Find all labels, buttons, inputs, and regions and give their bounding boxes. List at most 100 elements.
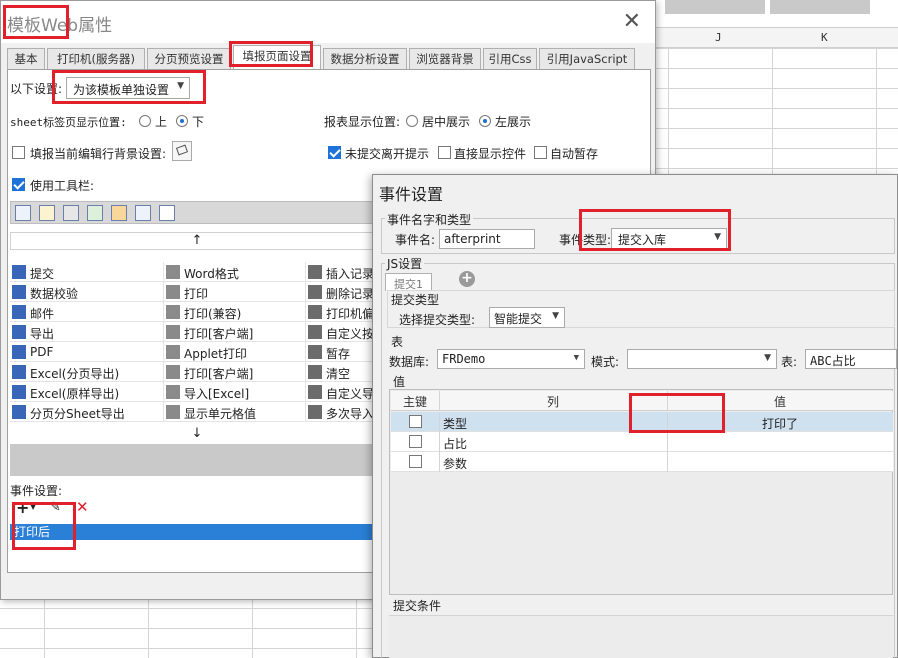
tab-basic[interactable]: 基本 — [7, 48, 45, 70]
button-icon — [12, 365, 26, 379]
chevron-down-icon: ▼ — [573, 353, 579, 363]
column-header-column[interactable]: 列 — [439, 393, 667, 410]
toolbar-button-item[interactable]: 打印 — [164, 282, 306, 302]
toolbar-button-item[interactable]: 显示单元格值 — [164, 402, 306, 422]
button-icon — [12, 385, 26, 399]
toolbar-button-item[interactable]: 邮件 — [10, 302, 164, 322]
toolbar-preview — [10, 201, 384, 224]
button-icon — [308, 285, 322, 299]
toolbar-button-list: 提交 Word格式 插入记录 数据校验 打印 删除记录 邮件 打印(兼容) 打印机偏 导出 打印[客… — [10, 262, 384, 422]
event-type-select[interactable]: 提交入库 ▼ — [611, 228, 727, 249]
save-icon[interactable] — [15, 205, 31, 221]
tab-fill-page[interactable]: 填报页面设置 — [233, 45, 321, 71]
export-icon[interactable] — [87, 205, 103, 221]
move-down-button[interactable]: ↓ — [10, 426, 384, 444]
column-j-header[interactable]: J — [715, 31, 722, 44]
toolbar-button-label: 自定义导 — [326, 387, 375, 401]
tab-page-preview[interactable]: 分页预览设置 — [147, 48, 231, 70]
toolbar-button-item[interactable]: 打印[客户端] — [164, 362, 306, 382]
tab-css[interactable]: 引用Css — [483, 48, 537, 70]
event-settings-label: 事件设置: — [10, 484, 63, 498]
mail-icon[interactable] — [111, 205, 127, 221]
button-icon — [12, 345, 26, 359]
toolbar-button-item[interactable]: 数据校验 — [10, 282, 164, 302]
toolbar-button-item[interactable]: 提交 — [10, 262, 164, 282]
submit-type-select[interactable]: 智能提交 ▼ — [489, 307, 565, 328]
event-name-label: 事件名: — [395, 233, 436, 247]
tab-data-analysis[interactable]: 数据分析设置 — [323, 48, 407, 70]
toolbar-button-item[interactable]: Applet打印 — [164, 342, 306, 362]
toolbar-button-item[interactable]: Excel(原样导出) — [10, 382, 164, 402]
submit-condition-area[interactable] — [389, 615, 893, 658]
report-pos-center-radio[interactable] — [406, 115, 418, 127]
unsubmit-prompt-checkbox[interactable] — [328, 146, 341, 159]
toolbar-button-item[interactable]: 打印[客户端] — [164, 322, 306, 342]
table-row[interactable]: 参数 — [391, 452, 893, 472]
autosave-checkbox[interactable] — [534, 146, 547, 159]
chevron-down-icon[interactable]: ▼ — [30, 502, 36, 511]
value-table-header: 主键 列 值 — [391, 391, 893, 411]
column-k-header[interactable]: K — [821, 31, 828, 44]
toolbar-button-item[interactable]: PDF — [10, 342, 164, 362]
choose-type-label: 选择提交类型: — [399, 313, 476, 327]
display-icon[interactable] — [159, 205, 175, 221]
event-dialog-title: 事件设置 — [379, 185, 444, 204]
sheet-top-segment — [665, 0, 765, 14]
sheet-top-bar — [655, 0, 898, 28]
insert-icon[interactable] — [135, 205, 151, 221]
toolbar-button-item[interactable]: 导出 — [10, 322, 164, 342]
row-value-cell[interactable]: 打印了 — [667, 415, 893, 432]
event-list-item[interactable]: 打印后 — [10, 524, 384, 540]
settings-select[interactable]: 为该模板单独设置 ▼ — [66, 77, 190, 99]
tab-printer-server[interactable]: 打印机(服务器) — [47, 48, 145, 70]
row-column-value: 参数 — [443, 457, 468, 471]
button-icon — [166, 405, 180, 419]
toolbar-button-label: 邮件 — [30, 307, 55, 321]
button-icon — [12, 265, 26, 279]
event-name-input[interactable]: afterprint — [439, 229, 535, 249]
tab-browser-bg[interactable]: 浏览器背景 — [409, 48, 481, 70]
toolbar-button-item[interactable]: Word格式 — [164, 262, 306, 282]
row-key-checkbox[interactable] — [409, 415, 422, 428]
toolbar-button-label: 多次导入 — [326, 407, 375, 421]
toolbar-button-item[interactable]: 分页分Sheet导出 — [10, 402, 164, 422]
sheet-pos-bottom-radio[interactable] — [176, 115, 188, 127]
tab-javascript[interactable]: 引用JavaScript — [539, 48, 635, 70]
add-tab-icon[interactable]: + — [459, 271, 475, 287]
toolbar-button-item[interactable]: 导入[Excel] — [164, 382, 306, 402]
toolbar-button-item[interactable]: 打印(兼容) — [164, 302, 306, 322]
row-key-checkbox[interactable] — [409, 435, 422, 448]
row-key-checkbox[interactable] — [409, 455, 422, 468]
table-row[interactable]: 类型 打印了 — [391, 412, 893, 432]
print-icon[interactable] — [63, 205, 79, 221]
report-pos-left-radio[interactable] — [479, 115, 491, 127]
dialog-titlebar: 模板Web属性 ✕ — [1, 1, 655, 43]
mode-select[interactable]: ▼ — [627, 349, 777, 369]
delete-icon[interactable]: ✕ — [76, 498, 89, 516]
table-row[interactable]: 占比 — [391, 432, 893, 452]
move-up-button[interactable]: ↑ — [10, 232, 384, 250]
sheet-pos-top-radio[interactable] — [139, 115, 151, 127]
check-icon[interactable] — [39, 205, 55, 221]
fill-bg-checkbox[interactable] — [12, 146, 25, 159]
table-input[interactable]: ABC占比 — [805, 349, 897, 369]
column-divider — [439, 432, 440, 452]
tab-submit-1[interactable]: 提交1 — [385, 273, 432, 291]
use-toolbar-checkbox[interactable] — [12, 178, 25, 191]
toolbar-button-item[interactable]: Excel(分页导出) — [10, 362, 164, 382]
paint-bucket-icon[interactable] — [172, 141, 192, 161]
button-icon — [12, 405, 26, 419]
column-header-key[interactable]: 主键 — [391, 393, 439, 410]
toolbar-button-label: 清空 — [326, 367, 351, 381]
database-select[interactable]: FRDemo ▼ — [437, 349, 585, 369]
direct-control-checkbox[interactable] — [438, 146, 451, 159]
column-header-value[interactable]: 值 — [667, 393, 893, 410]
settings-label: 以下设置: — [10, 82, 63, 96]
button-icon — [166, 385, 180, 399]
database-label: 数据库: — [389, 355, 430, 369]
add-icon[interactable]: + — [16, 498, 29, 517]
close-icon[interactable]: ✕ — [623, 9, 641, 34]
submit-type-group-label: 提交类型 — [389, 291, 442, 308]
edit-icon[interactable]: ✎ — [50, 500, 61, 515]
column-divider — [667, 452, 668, 472]
